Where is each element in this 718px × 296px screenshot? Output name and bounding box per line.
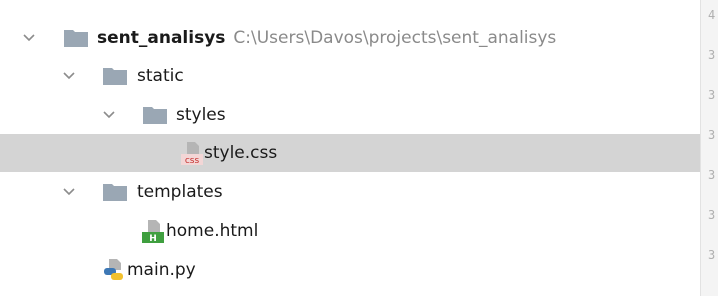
gutter-number: 3 [708,48,716,62]
chevron-down-icon[interactable] [102,108,116,122]
file-style-css-label: style.css [204,143,278,163]
gutter-number: 3 [708,88,716,102]
tree-row-style-css[interactable]: css style.css [0,134,700,172]
folder-styles-label: styles [176,105,226,125]
tree-row-project-root[interactable]: sent_analisys C:\Users\Davos\projects\sen… [0,19,700,57]
gutter-number: 4 [708,8,716,22]
project-path: C:\Users\Davos\projects\sent_analisys [233,28,557,48]
project-tree: sent_analisys C:\Users\Davos\projects\sen… [0,0,700,296]
project-name: sent_analisys [97,28,226,48]
html-file-icon: H [142,219,164,243]
chevron-down-icon[interactable] [62,69,76,83]
project-root-label: sent_analisys C:\Users\Davos\projects\sen… [97,28,556,48]
folder-icon [103,183,127,201]
tree-row-static[interactable]: static [0,57,700,95]
folder-templates-label: templates [137,182,223,202]
file-main-py-label: main.py [127,260,196,280]
chevron-down-icon[interactable] [62,185,76,199]
python-file-icon [103,258,125,282]
tree-row-styles[interactable]: styles [0,96,700,134]
tree-row-main-py[interactable]: main.py [0,251,700,289]
chevron-down-icon[interactable] [22,31,36,45]
gutter-number: 3 [708,248,716,262]
tree-row-home-html[interactable]: H home.html [0,212,700,250]
css-file-icon: css [181,141,203,165]
css-badge-text: css [185,156,200,165]
file-home-html-label: home.html [166,221,259,241]
gutter-number: 3 [708,128,716,142]
gutter-number: 3 [708,168,716,182]
folder-icon [64,29,88,47]
folder-static-label: static [137,66,184,86]
folder-icon [103,67,127,85]
folder-icon [143,106,167,124]
editor-gutter: 4 3 3 3 3 3 3 [700,0,718,296]
html-badge-text: H [149,234,157,243]
gutter-number: 3 [708,208,716,222]
tree-row-templates[interactable]: templates [0,173,700,211]
